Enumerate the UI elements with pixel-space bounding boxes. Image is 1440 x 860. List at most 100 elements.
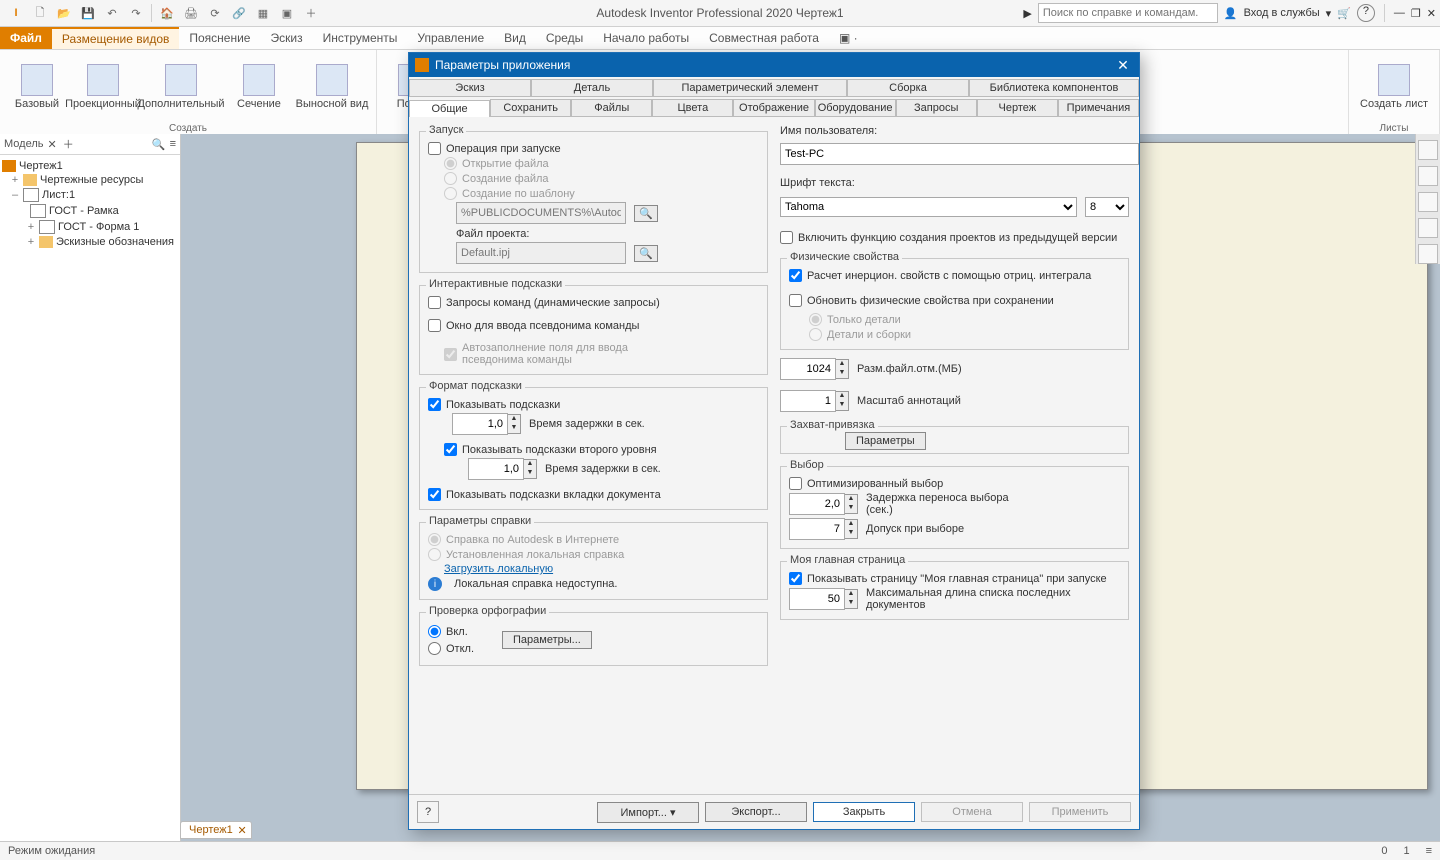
print-icon[interactable]: 🖨 (182, 4, 200, 22)
plus-icon[interactable]: ＋ (63, 136, 74, 152)
ribbon-tab[interactable]: Эскиз (260, 27, 312, 49)
dlg-tab[interactable]: Запросы (896, 99, 977, 116)
browse-icon[interactable]: 🔍 (634, 205, 658, 222)
refresh-icon[interactable]: ⟳ (206, 4, 224, 22)
dlg-tab[interactable]: Библиотека компонентов (969, 79, 1139, 96)
status-menu-icon[interactable]: ≡ (1426, 845, 1432, 857)
dlg-tab[interactable]: Деталь (531, 79, 653, 96)
select-icon[interactable]: ▦ (254, 4, 272, 22)
zoom-all-icon[interactable] (1418, 244, 1438, 264)
search-arrow-icon[interactable]: ▶ (1023, 7, 1031, 20)
chk-tab-tooltips[interactable]: Показывать подсказки вкладки документа (428, 488, 759, 501)
close-icon[interactable]: ✕ (47, 138, 56, 151)
dlg-tab[interactable]: Сборка (847, 79, 969, 96)
font-name-select[interactable]: Tahoma (780, 197, 1077, 217)
redo-icon[interactable]: ↷ (127, 4, 145, 22)
open-icon[interactable]: 📂 (55, 4, 73, 22)
dlg-tab[interactable]: Параметрический элемент (653, 79, 847, 96)
plus-icon[interactable]: ＋ (302, 4, 320, 22)
save-icon[interactable]: 💾 (79, 4, 97, 22)
zoom-icon[interactable] (1418, 192, 1438, 212)
material-icon[interactable]: ▣ (278, 4, 296, 22)
spinner-icon[interactable]: ▲▼ (845, 519, 858, 539)
username-field[interactable] (780, 143, 1139, 165)
chk-show-home[interactable]: Показывать страницу "Моя главная страниц… (789, 572, 1120, 585)
chevron-down-icon[interactable]: ▾ (1326, 7, 1332, 20)
btn-create-sheet[interactable]: Создать лист (1355, 64, 1433, 110)
minimize-icon[interactable]: — (1394, 7, 1405, 19)
ribbon-tab[interactable]: Пояснение (179, 27, 260, 49)
maximize-icon[interactable]: ❐ (1411, 7, 1421, 20)
delay1-field[interactable] (452, 413, 508, 435)
delay2-field[interactable] (468, 458, 524, 480)
dlg-tab[interactable]: Оборудование (815, 99, 896, 116)
spell-params-button[interactable]: Параметры... (502, 631, 592, 649)
browse-icon[interactable]: 🔍 (634, 245, 658, 262)
undo-icon[interactable]: ↶ (103, 4, 121, 22)
dlg-tab[interactable]: Эскиз (409, 79, 531, 96)
spinner-icon[interactable]: ▲▼ (508, 414, 521, 434)
new-icon[interactable]: 🗋 (31, 4, 49, 22)
home-icon[interactable]: 🏠 (158, 4, 176, 22)
snap-params-button[interactable]: Параметры (845, 432, 926, 450)
chk-show-tooltips[interactable]: Показывать подсказки (428, 398, 759, 411)
dlg-tab[interactable]: Файлы (571, 99, 652, 116)
ribbon-tab[interactable]: Вид (494, 27, 536, 49)
close-icon[interactable]: ✕ (238, 824, 247, 837)
spinner-icon[interactable]: ▲▼ (845, 589, 858, 609)
chk-update-phys[interactable]: Обновить физические свойства при сохране… (789, 294, 1120, 307)
ribbon-tab-file[interactable]: Файл (0, 27, 52, 49)
dlg-tab[interactable]: Сохранить (490, 99, 571, 116)
close-window-icon[interactable]: ✕ (1427, 7, 1436, 20)
spinner-icon[interactable]: ▲▼ (845, 494, 858, 514)
ribbon-tab-placement[interactable]: Размещение видов (52, 27, 179, 49)
search-icon[interactable]: 🔍 (152, 138, 166, 151)
recent-list-field[interactable] (789, 588, 845, 610)
ribbon-tab[interactable]: Управление (407, 27, 494, 49)
ribbon-tab-extra[interactable]: ▣ · (829, 27, 868, 49)
link-download-local[interactable]: Загрузить локальную (444, 563, 553, 575)
import-button[interactable]: Импорт... ▾ (597, 802, 699, 823)
sel-delay-field[interactable] (789, 493, 845, 515)
link-icon[interactable]: 🔗 (230, 4, 248, 22)
menu-icon[interactable]: ≡ (170, 138, 176, 150)
dlg-tab[interactable]: Примечания (1058, 99, 1139, 116)
tree-node[interactable]: Чертежные ресурсы (40, 174, 143, 186)
ribbon-tab[interactable]: Совместная работа (699, 27, 829, 49)
chk-startup-op[interactable]: Операция при запуске (428, 142, 759, 155)
help-icon[interactable]: ? (1357, 4, 1375, 22)
search-input[interactable] (1038, 3, 1218, 23)
dlg-tab[interactable]: Цвета (652, 99, 733, 116)
sel-tol-field[interactable] (789, 518, 845, 540)
ribbon-tab[interactable]: Инструменты (313, 27, 408, 49)
chk-show-tooltips-2[interactable]: Показывать подсказки второго уровня (428, 443, 759, 456)
chk-alias-window[interactable]: Окно для ввода псевдонима команды (428, 319, 759, 332)
btn-detail-view[interactable]: Выносной вид (294, 64, 370, 110)
spinner-icon[interactable]: ▲▼ (836, 391, 849, 411)
spinner-icon[interactable]: ▲▼ (524, 459, 537, 479)
dialog-titlebar[interactable]: Параметры приложения ✕ (409, 53, 1139, 77)
tree-root[interactable]: Чертеж1 (19, 160, 63, 172)
btn-base-view[interactable]: Базовый (6, 64, 68, 110)
document-tab[interactable]: Чертеж1✕ (180, 821, 252, 839)
tree-node[interactable]: Лист:1 (42, 189, 75, 201)
export-button[interactable]: Экспорт... (705, 802, 807, 822)
zoom-window-icon[interactable] (1418, 218, 1438, 238)
close-icon[interactable]: ✕ (1113, 57, 1133, 74)
help-icon[interactable]: ? (417, 801, 439, 823)
font-size-select[interactable]: 8 (1085, 197, 1129, 217)
anno-scale-field[interactable] (780, 390, 836, 412)
spinner-icon[interactable]: ▲▼ (836, 359, 849, 379)
close-button[interactable]: Закрыть (813, 802, 915, 822)
signin-link[interactable]: Вход в службы (1244, 7, 1320, 19)
orbit-icon[interactable] (1418, 140, 1438, 160)
tree-node[interactable]: ГОСТ - Форма 1 (58, 221, 139, 233)
ribbon-tab[interactable]: Начало работы (593, 27, 699, 49)
btn-section-view[interactable]: Сечение (228, 64, 290, 110)
btn-projected-view[interactable]: Проекционный (72, 64, 134, 110)
dlg-tab[interactable]: Отображение (733, 99, 814, 116)
chk-neg-integral[interactable]: Расчет инерцион. свойств с помощью отриц… (789, 269, 1120, 282)
chk-cmd-prompts[interactable]: Запросы команд (динамические запросы) (428, 296, 759, 309)
undo-size-field[interactable] (780, 358, 836, 380)
dlg-tab[interactable]: Чертеж (977, 99, 1058, 116)
